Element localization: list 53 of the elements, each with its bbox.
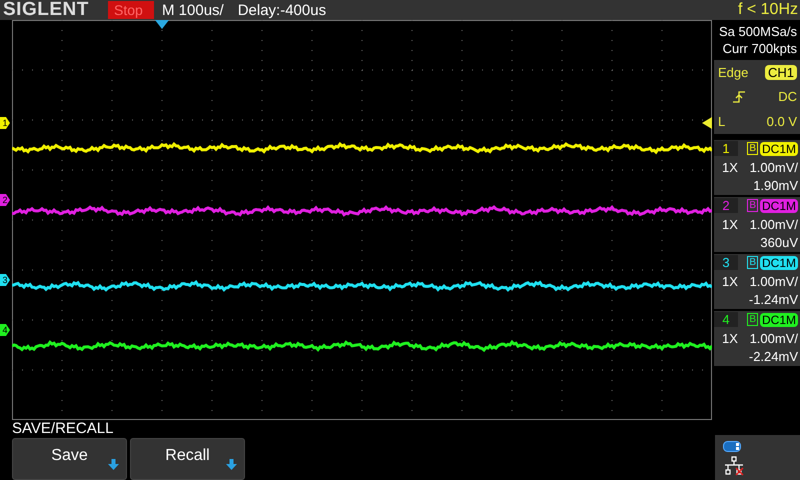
- vertical-offset: 1.90mV: [752, 178, 798, 193]
- vertical-offset: -1.24mV: [748, 292, 798, 307]
- menu-button[interactable]: Recall: [130, 438, 245, 480]
- channel-panel[interactable]: 2 B DC1M 1X 1.00mV/ 360uV: [714, 197, 800, 252]
- vertical-scale: 1.00mV/: [750, 330, 798, 346]
- vertical-scale: 1.00mV/: [750, 274, 798, 288]
- timebase: M 100us/: [162, 2, 224, 18]
- coupling-label: DC1M: [760, 198, 798, 212]
- menu-button[interactable]: Save: [12, 438, 127, 480]
- menu-title: SAVE/RECALL: [12, 421, 114, 437]
- trigger-level: 0.0 V: [766, 114, 797, 130]
- probe-ratio: 1X: [722, 160, 738, 174]
- channel-panel[interactable]: 4 B DC1M 1X 1.00mV/ -2.24mV: [714, 311, 800, 366]
- usb-drive-icon: [723, 441, 743, 452]
- brand-logo: SIGLENT: [3, 0, 90, 21]
- probe-ratio: 1X: [722, 274, 738, 288]
- channel-marker[interactable]: 4: [0, 324, 10, 336]
- coupling-label: DC1M: [760, 256, 798, 270]
- down-arrow-icon: [226, 459, 237, 470]
- trigger-level-marker[interactable]: [702, 117, 712, 129]
- channel-marker[interactable]: 2: [0, 194, 10, 206]
- bandwidth-limit-mark: B: [747, 199, 758, 212]
- trigger-coupling: DC: [778, 89, 797, 104]
- down-arrow-icon: [108, 459, 119, 470]
- frequency-readout: f < 10Hz: [738, 1, 798, 19]
- channel-number: 1: [714, 141, 738, 156]
- trigger-source: CH1: [764, 64, 797, 80]
- channel-marker[interactable]: 1: [0, 117, 10, 129]
- trigger-delay: Delay:-400us: [238, 2, 326, 18]
- bandwidth-limit-mark: B: [747, 142, 758, 155]
- channel-number: 4: [714, 312, 738, 327]
- channel-number: 2: [714, 198, 738, 213]
- trigger-type: Edge: [718, 64, 748, 80]
- vertical-scale: 1.00mV/: [750, 216, 798, 232]
- network-disconnected-icon: [723, 456, 745, 476]
- channel-panel[interactable]: 3 B DC1M 1X 1.00mV/ -1.24mV: [714, 254, 800, 309]
- vertical-offset: -2.24mV: [748, 349, 798, 364]
- memory-depth: Curr 700kpts: [722, 41, 797, 56]
- bandwidth-limit-mark: B: [747, 313, 758, 326]
- coupling-label: DC1M: [760, 142, 798, 156]
- run-state: Stop: [108, 1, 154, 19]
- channel-marker[interactable]: 3: [0, 274, 10, 286]
- sample-rate: Sa 500MSa/s: [718, 24, 797, 39]
- channel-number: 3: [714, 255, 738, 270]
- channel-panel[interactable]: 1 B DC1M 1X 1.00mV/ 1.90mV: [714, 140, 800, 195]
- bandwidth-limit-mark: B: [747, 256, 758, 269]
- trigger-level-label: L: [718, 114, 726, 130]
- vertical-scale: 1.00mV/: [750, 160, 798, 174]
- coupling-label: DC1M: [760, 312, 798, 326]
- rising-edge-icon: [732, 90, 746, 103]
- vertical-offset: 360uV: [759, 235, 798, 250]
- probe-ratio: 1X: [722, 330, 738, 346]
- probe-ratio: 1X: [722, 216, 738, 232]
